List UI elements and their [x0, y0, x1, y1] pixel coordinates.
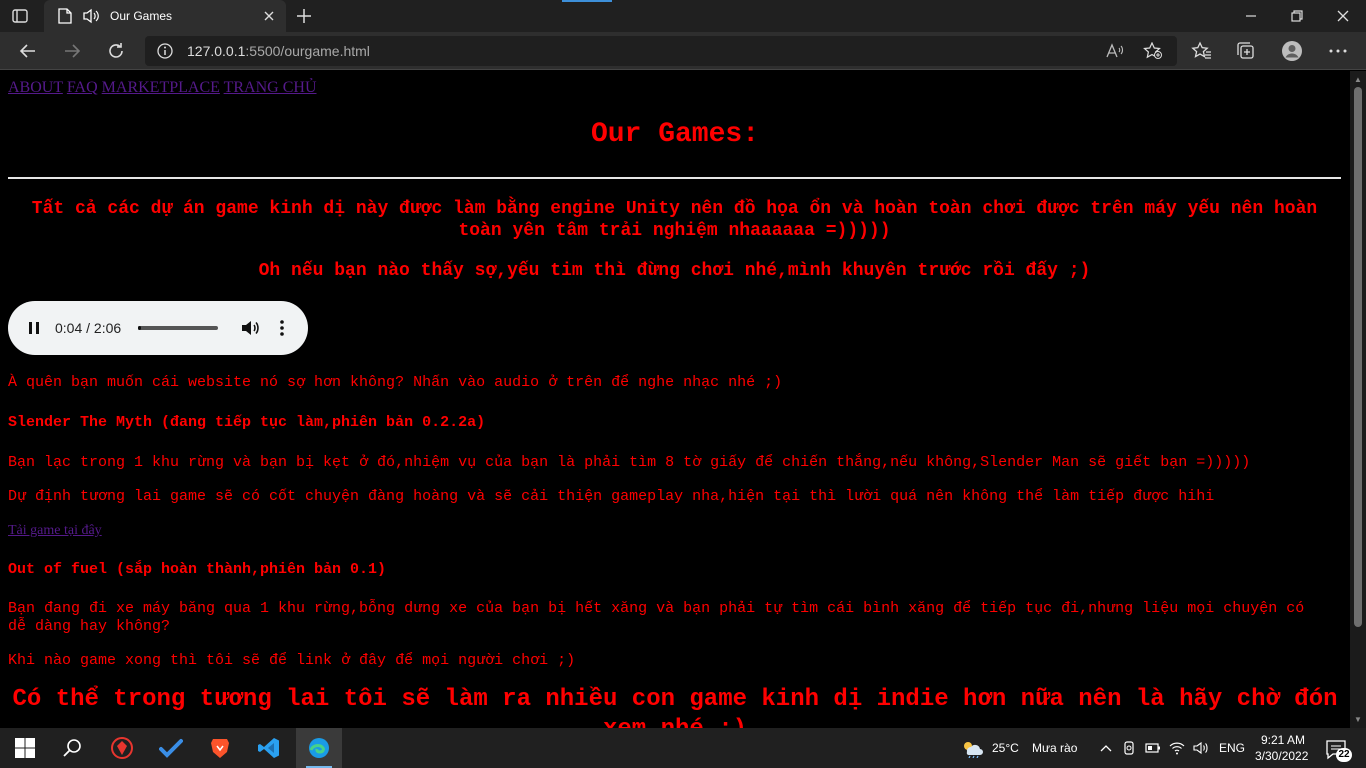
weather-condition: Mưa rào — [1032, 741, 1078, 755]
more-menu-icon[interactable] — [1327, 40, 1349, 62]
divider — [8, 177, 1341, 179]
page-icon — [58, 8, 72, 24]
collections-icon[interactable] — [1235, 40, 1257, 62]
clock-time: 9:21 AM — [1260, 733, 1305, 747]
browser-tab-active[interactable]: Our Games — [44, 0, 286, 32]
clock-date: 3/30/2022 — [1255, 749, 1309, 763]
app-icon-red[interactable] — [110, 736, 134, 760]
read-aloud-icon[interactable] — [1105, 43, 1125, 59]
speaker-volume-icon[interactable] — [1193, 740, 1209, 756]
restore-icon[interactable] — [1287, 6, 1307, 26]
battery-icon[interactable] — [1145, 740, 1161, 756]
edge-browser-icon[interactable] — [307, 736, 331, 760]
volume-icon[interactable] — [240, 319, 260, 337]
profile-avatar-icon[interactable] — [1281, 40, 1303, 62]
brave-browser-icon[interactable] — [208, 736, 232, 760]
url-path: :5500/ourgame.html — [245, 43, 370, 59]
windows-start-icon[interactable] — [13, 736, 37, 760]
game2-note: Khi nào game xong thì tôi sẽ để link ở đ… — [8, 652, 576, 669]
game1-title: Slender The Myth (đang tiếp tục làm,phiê… — [8, 414, 486, 431]
nav-link-faq[interactable]: FAQ — [67, 79, 98, 96]
tasks-checkmark-icon[interactable] — [159, 736, 183, 760]
vscode-icon[interactable] — [257, 736, 281, 760]
search-icon[interactable] — [61, 736, 85, 760]
nav-link-about[interactable]: ABOUT — [8, 79, 63, 96]
audio-player: 0:04 / 2:06 — [8, 301, 308, 355]
window-close-icon[interactable] — [1333, 6, 1353, 26]
scroll-up-arrow-icon[interactable]: ▲ — [1354, 75, 1362, 84]
address-bar[interactable]: 127.0.0.1:5500/ourgame.html — [145, 36, 1177, 66]
browser-tab-bar: Our Games — [0, 0, 1366, 32]
new-tab-plus-icon[interactable] — [292, 6, 316, 26]
weather-rain-icon[interactable] — [960, 738, 984, 759]
weather-temperature: 25°C — [992, 741, 1019, 755]
audio-seek-bar[interactable] — [138, 326, 218, 330]
notification-center-icon[interactable]: 22 — [1324, 738, 1352, 762]
wifi-icon[interactable] — [1169, 740, 1185, 756]
add-favorite-icon[interactable] — [1143, 41, 1163, 60]
nav-link-marketplace[interactable]: MARKETPLACE — [102, 79, 220, 96]
warning-paragraph: Oh nếu bạn nào thấy sợ,yếu tim thì đừng … — [258, 261, 1091, 281]
tab-title: Our Games — [110, 9, 173, 23]
page-scrollbar[interactable]: ▲ ▼ — [1350, 71, 1366, 728]
taskbar-edge-active[interactable] — [296, 728, 342, 768]
page-content: ABOUT FAQ MARKETPLACE TRANG CHỦ Our Game… — [0, 71, 1350, 728]
audio-note: À quên bạn muốn cái website nó sợ hơn kh… — [8, 374, 783, 391]
game2-title: Out of fuel (sắp hoàn thành,phiên bản 0.… — [8, 561, 387, 578]
accent-indicator — [562, 0, 612, 2]
closing-message: Có thể trong tương lai tôi sẽ làm ra nhi… — [12, 686, 1338, 728]
game1-future-plan: Dự định tương lai game sẽ có cốt chuyện … — [8, 488, 1215, 505]
audio-seek-fill — [138, 326, 141, 330]
intro-paragraph: Tất cả các dự án game kinh dị này được l… — [31, 199, 1318, 241]
page-title: Our Games: — [590, 119, 760, 150]
scroll-down-arrow-icon[interactable]: ▼ — [1354, 715, 1362, 724]
scrollbar-thumb[interactable] — [1354, 87, 1362, 627]
tab-close-icon[interactable] — [260, 7, 278, 25]
tab-actions-icon[interactable] — [10, 6, 30, 26]
audio-more-options-icon[interactable] — [278, 319, 286, 337]
forward-arrow-icon[interactable] — [61, 40, 83, 62]
tab-audio-playing-icon[interactable] — [82, 8, 100, 24]
browser-toolbar: 127.0.0.1:5500/ourgame.html — [0, 32, 1366, 70]
system-clock[interactable]: 9:21 AM 3/30/2022 — [1255, 732, 1309, 764]
url-text: 127.0.0.1:5500/ourgame.html — [187, 43, 370, 59]
top-nav-links: ABOUT FAQ MARKETPLACE TRANG CHỦ — [8, 79, 317, 97]
game1-download-link[interactable]: Tải game tại đây — [8, 523, 102, 539]
site-info-icon[interactable] — [157, 42, 173, 60]
audio-time: 0:04 / 2:06 — [55, 320, 122, 336]
notification-count-badge: 22 — [1336, 748, 1352, 762]
input-language[interactable]: ENG — [1219, 741, 1245, 755]
url-host: 127.0.0.1 — [187, 43, 246, 59]
nav-link-home[interactable]: TRANG CHỦ — [224, 79, 317, 96]
device-icon[interactable] — [1121, 740, 1137, 756]
refresh-icon[interactable] — [105, 40, 127, 62]
game2-description: Bạn đang đi xe máy băng qua 1 khu rừng,b… — [8, 600, 1305, 635]
game1-description: Bạn lạc trong 1 khu rừng và bạn bị kẹt ở… — [8, 454, 1251, 471]
back-arrow-icon[interactable] — [17, 40, 39, 62]
show-hidden-icons-chevron-icon[interactable] — [1098, 740, 1114, 756]
windows-taskbar: 25°C Mưa rào ENG 9:21 AM 3/30/2022 22 — [0, 728, 1366, 768]
pause-icon[interactable] — [28, 321, 40, 335]
favorites-icon[interactable] — [1191, 40, 1213, 62]
minimize-icon[interactable] — [1241, 6, 1261, 26]
